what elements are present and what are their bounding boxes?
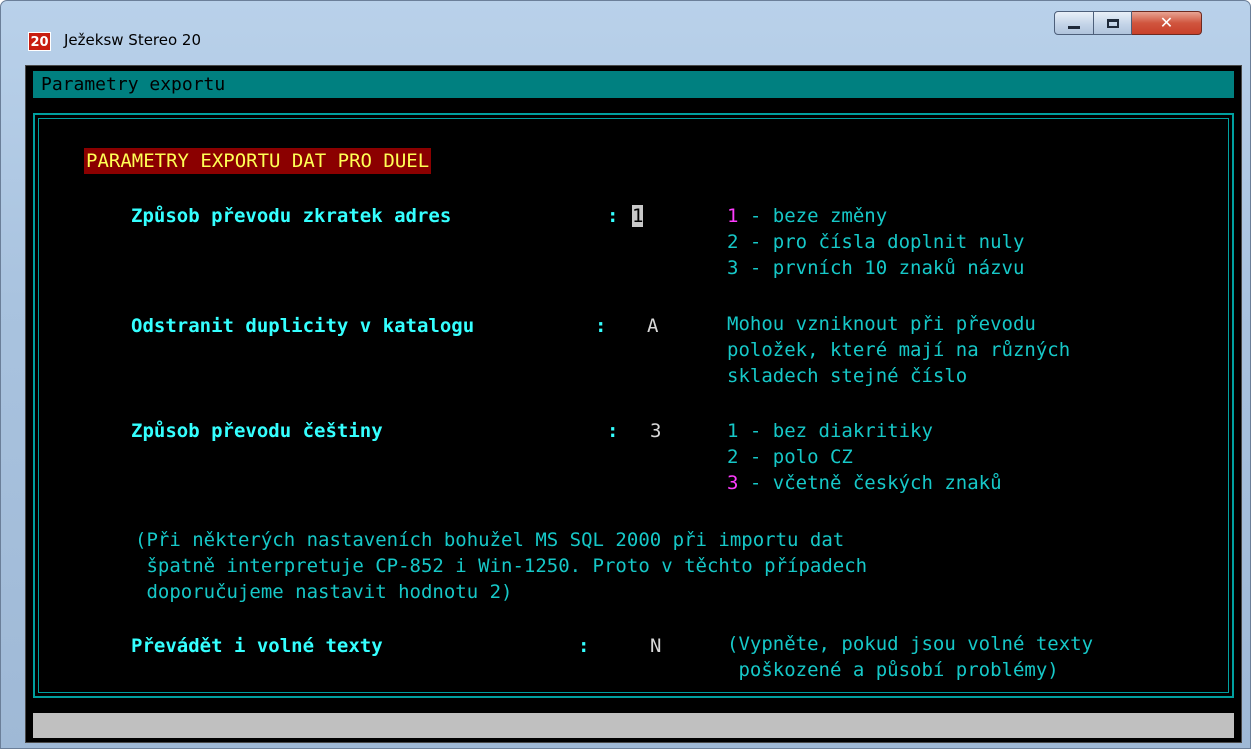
close-button[interactable]: ✕ <box>1132 11 1202 35</box>
field-note: poškozené a působí problémy) <box>727 659 1059 681</box>
field-separator: : <box>578 635 590 657</box>
option-line: 1 - bez diakritiky <box>727 420 933 442</box>
czech-conversion-input[interactable]: 3 <box>650 420 661 442</box>
option-line: 2 - pro čísla doplnit nuly <box>727 231 1024 253</box>
field-note: Mohou vzniknout při převodu <box>727 313 1036 335</box>
field-label-free-texts: Převádět i volné texty <box>131 635 383 657</box>
encoding-note: doporučujeme nastavit hodnotu 2) <box>135 581 513 603</box>
caption-buttons: ✕ <box>1054 11 1202 35</box>
title-bar[interactable]: 20 Ježeksw Stereo 20 ✕ <box>1 1 1250 51</box>
option-number: 2 <box>727 446 739 468</box>
section-title: PARAMETRY EXPORTU DAT PRO DUEL <box>84 148 432 174</box>
remove-duplicates-input[interactable]: A <box>647 315 658 337</box>
encoding-note: (Při některých nastaveních bohužel MS SQ… <box>135 529 845 551</box>
screen-header: Parametry exportu <box>33 71 1234 98</box>
encoding-note: špatně interpretuje CP-852 i Win-1250. P… <box>135 555 868 577</box>
free-texts-input[interactable]: N <box>650 635 661 657</box>
option-number: 3 <box>727 257 739 279</box>
minimize-button[interactable] <box>1054 11 1094 35</box>
field-label-address-conversion: Způsob převodu zkratek adres <box>131 205 452 227</box>
field-separator: : <box>607 205 619 227</box>
option-number: 2 <box>727 231 739 253</box>
field-note: položek, které mají na různých <box>727 339 1071 361</box>
status-bar <box>33 713 1234 738</box>
field-note: (Vypněte, pokud jsou volné texty <box>727 633 1094 655</box>
option-number: 1 <box>727 420 739 442</box>
field-separator: : <box>595 315 607 337</box>
close-icon: ✕ <box>1159 13 1174 32</box>
minimize-icon <box>1068 26 1080 29</box>
app-icon[interactable]: 20 <box>28 32 51 51</box>
section-heading: PARAMETRY EXPORTU DAT PRO DUEL <box>84 148 432 174</box>
field-note: skladech stejné číslo <box>727 365 968 387</box>
address-conversion-input[interactable]: 1 <box>632 205 644 227</box>
field-label-czech-conversion: Způsob převodu češtiny <box>131 420 383 442</box>
option-text: - prvních 10 znaků názvu <box>738 257 1025 279</box>
maximize-button[interactable] <box>1094 11 1132 35</box>
option-text: - polo CZ <box>738 446 853 468</box>
maximize-icon <box>1106 18 1119 28</box>
option-number: 3 <box>727 472 739 494</box>
option-text: - bez diakritiky <box>738 420 933 442</box>
option-text: - včetně českých znaků <box>738 472 1002 494</box>
window-title: Ježeksw Stereo 20 <box>64 31 202 49</box>
option-text: - beze změny <box>738 205 888 227</box>
field-label-remove-duplicates: Odstranit duplicity v katalogu <box>131 315 475 337</box>
option-line: 1 - beze změny <box>727 205 887 227</box>
option-line: 3 - prvních 10 znaků názvu <box>727 257 1024 279</box>
screen-title: Parametry exportu <box>41 74 226 95</box>
option-number: 1 <box>727 205 739 227</box>
option-line: 2 - polo CZ <box>727 446 853 468</box>
option-text: - pro čísla doplnit nuly <box>738 231 1025 253</box>
field-separator: : <box>607 420 619 442</box>
option-line: 3 - včetně českých znaků <box>727 472 1002 494</box>
